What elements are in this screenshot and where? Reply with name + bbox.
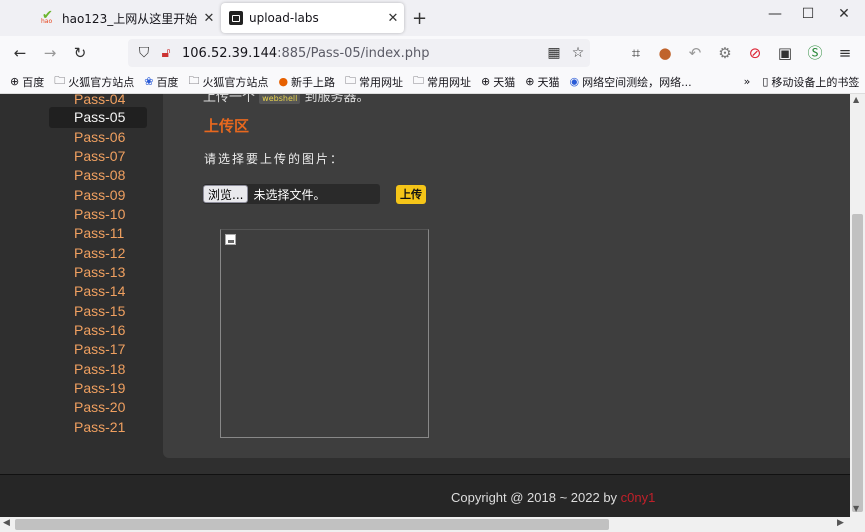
mobile-device-icon: ▯ xyxy=(762,75,769,88)
sidebar-item-pass-19[interactable]: Pass-19 xyxy=(74,380,125,396)
sidebar-item-pass-11[interactable]: Pass-11 xyxy=(74,225,124,241)
forward-button[interactable]: → xyxy=(38,42,62,64)
sidebar-item-pass-17[interactable]: Pass-17 xyxy=(74,341,125,357)
globe-icon: ⊕ xyxy=(10,75,20,88)
folder-icon: 🗀 xyxy=(54,74,66,87)
code-snippet: webshell xyxy=(259,94,301,104)
mobile-bookmarks[interactable]: ▯ 移动设备上的书签 xyxy=(762,74,859,90)
sidebar-item-pass-16[interactable]: Pass-16 xyxy=(74,322,125,338)
sidebar-item-pass-21[interactable]: Pass-21 xyxy=(74,419,125,435)
bookmark-item[interactable]: 🗀 常用网址 xyxy=(345,72,403,91)
horizontal-scroll-thumb[interactable] xyxy=(15,519,609,530)
tab-title: hao123_上网从这里开始 xyxy=(62,11,198,26)
upload-prompt: 请选择要上传的图片： xyxy=(204,152,345,166)
bookmark-item[interactable]: ❀ 百度 xyxy=(144,74,178,90)
folder-icon: 🗀 xyxy=(188,74,200,87)
sidebar-item-pass-05[interactable]: Pass-05 xyxy=(49,107,147,128)
globe-icon: ⊕ xyxy=(525,75,535,88)
folder-icon: 🗀 xyxy=(345,74,357,87)
tab-hao123[interactable]: hao123_上网从这里开始 ✕ xyxy=(30,3,220,33)
bookmark-item[interactable]: ◉ 网络空间测绘，网络... xyxy=(569,74,691,90)
shield-icon[interactable]: ⛉ xyxy=(132,45,156,61)
minimize-button[interactable]: — xyxy=(757,6,793,22)
scroll-up-icon[interactable]: ▲ xyxy=(853,95,859,104)
sidebar-item-pass-14[interactable]: Pass-14 xyxy=(74,283,125,299)
extension-block-icon[interactable]: ⊘ xyxy=(743,42,767,64)
sidebar-item-pass-04[interactable]: Pass-04 xyxy=(74,94,125,107)
file-status: 未选择文件。 xyxy=(253,187,326,202)
navigation-bar: ← → ↻ ⛉ 🔓︎ 106.52.39.144 :885/Pass-05/in… xyxy=(0,36,865,70)
new-tab-button[interactable]: + xyxy=(412,8,427,29)
bookmark-item[interactable]: 🗀 火狐官方站点 xyxy=(188,72,268,91)
maximize-button[interactable]: ☐ xyxy=(790,6,826,22)
bookmark-item[interactable]: ⊕ 天猫 xyxy=(481,74,515,90)
scroll-down-icon[interactable]: ▼ xyxy=(853,504,859,513)
sidebar-item-pass-10[interactable]: Pass-10 xyxy=(74,206,125,222)
tab-upload-labs[interactable]: upload-labs ✕ xyxy=(221,3,404,33)
bookmarks-bar: ⊕ 百度 🗀 火狐官方站点 ❀ 百度 🗀 火狐官方站点 ● 新手上路 🗀 常用网址 🗀 常用网… xyxy=(0,70,865,94)
sidebar-item-pass-07[interactable]: Pass-07 xyxy=(74,148,125,164)
menu-icon[interactable]: ≡ xyxy=(833,42,857,64)
bookmark-item[interactable]: ● 新手上路 xyxy=(278,74,335,90)
bookmarks-overflow-button[interactable]: » xyxy=(744,75,751,88)
reload-button[interactable]: ↻ xyxy=(68,42,92,64)
close-tab-icon[interactable]: ✕ xyxy=(382,11,404,26)
upload-button[interactable]: 上传 xyxy=(396,185,426,204)
bookmark-item[interactable]: 🗀 常用网址 xyxy=(413,72,471,91)
window-close-button[interactable]: ✕ xyxy=(826,6,862,22)
qr-code-icon[interactable]: ▦ xyxy=(542,45,566,61)
scroll-right-icon[interactable]: ▶ xyxy=(837,518,844,528)
extension-monkey-icon[interactable]: ● xyxy=(653,42,677,64)
insecure-lock-icon[interactable]: 🔓︎ xyxy=(156,45,176,61)
upload-labs-icon xyxy=(229,11,243,25)
close-tab-icon[interactable]: ✕ xyxy=(198,11,220,26)
sidebar-item-pass-12[interactable]: Pass-12 xyxy=(74,245,125,261)
sidebar-item-pass-20[interactable]: Pass-20 xyxy=(74,399,125,415)
sidebar-item-pass-15[interactable]: Pass-15 xyxy=(74,303,125,319)
copyright-text: Copyright @ 2018 ~ 2022 by c0ny1 xyxy=(451,490,656,505)
extension-gear-icon[interactable]: ⚙ xyxy=(713,42,737,64)
main-content: 上传一个 webshell 到服务器。 上传区 请选择要上传的图片： 浏览...… xyxy=(163,94,850,458)
tab-title: upload-labs xyxy=(249,11,319,25)
shield-icon: ◉ xyxy=(569,75,580,88)
tab-bar: hao123_上网从这里开始 ✕ upload-labs ✕ + — ☐ ✕ xyxy=(0,0,865,36)
firefox-icon: ● xyxy=(278,75,289,88)
sidebar: Pass-04 Pass-05 Pass-06 Pass-07 Pass-08 … xyxy=(0,94,162,474)
extension-s-icon[interactable]: Ⓢ xyxy=(803,42,827,64)
vertical-scroll-thumb[interactable] xyxy=(852,214,863,512)
url-bar[interactable]: ⛉ 🔓︎ 106.52.39.144 :885/Pass-05/index.ph… xyxy=(128,39,590,67)
bookmark-item[interactable]: ⊕ 天猫 xyxy=(525,74,559,90)
bookmark-star-icon[interactable]: ☆ xyxy=(566,45,590,61)
bookmark-item[interactable]: 🗀 火狐官方站点 xyxy=(54,72,134,91)
sidebar-item-pass-13[interactable]: Pass-13 xyxy=(74,264,125,280)
browse-button[interactable]: 浏览... xyxy=(203,185,249,203)
screenshot-icon[interactable]: ⌗ xyxy=(624,42,648,64)
back-button[interactable]: ← xyxy=(8,42,32,64)
section-title: 上传区 xyxy=(204,117,250,135)
sidebar-item-pass-06[interactable]: Pass-06 xyxy=(74,129,125,145)
horizontal-scrollbar[interactable]: ◀ ▶ xyxy=(0,517,865,532)
footer: Copyright @ 2018 ~ 2022 by c0ny1 xyxy=(0,474,850,517)
sidebar-toggle-icon[interactable]: ▣ xyxy=(773,42,797,64)
vertical-scrollbar[interactable]: ▲ ▼ xyxy=(850,94,865,517)
sidebar-item-pass-09[interactable]: Pass-09 xyxy=(74,187,125,203)
url-path: :885/Pass-05/index.php xyxy=(277,45,430,61)
folder-icon: 🗀 xyxy=(413,74,425,87)
image-preview xyxy=(220,229,429,438)
paw-icon: ❀ xyxy=(144,75,154,88)
sidebar-item-pass-18[interactable]: Pass-18 xyxy=(74,361,125,377)
task-description: 上传一个 webshell 到服务器。 xyxy=(203,94,370,105)
globe-icon: ⊕ xyxy=(481,75,491,88)
page-viewport: Pass-04 Pass-05 Pass-06 Pass-07 Pass-08 … xyxy=(0,94,850,517)
file-input[interactable]: 浏览... 未选择文件。 xyxy=(203,184,380,204)
broken-image-icon xyxy=(225,234,236,245)
url-host: 106.52.39.144 xyxy=(182,45,278,61)
undo-icon[interactable]: ↶ xyxy=(683,42,707,64)
scroll-left-icon[interactable]: ◀ xyxy=(3,518,10,528)
bookmark-item[interactable]: ⊕ 百度 xyxy=(10,74,44,90)
sidebar-item-pass-08[interactable]: Pass-08 xyxy=(74,167,125,183)
author-link[interactable]: c0ny1 xyxy=(621,490,656,505)
hao123-icon xyxy=(41,8,56,25)
